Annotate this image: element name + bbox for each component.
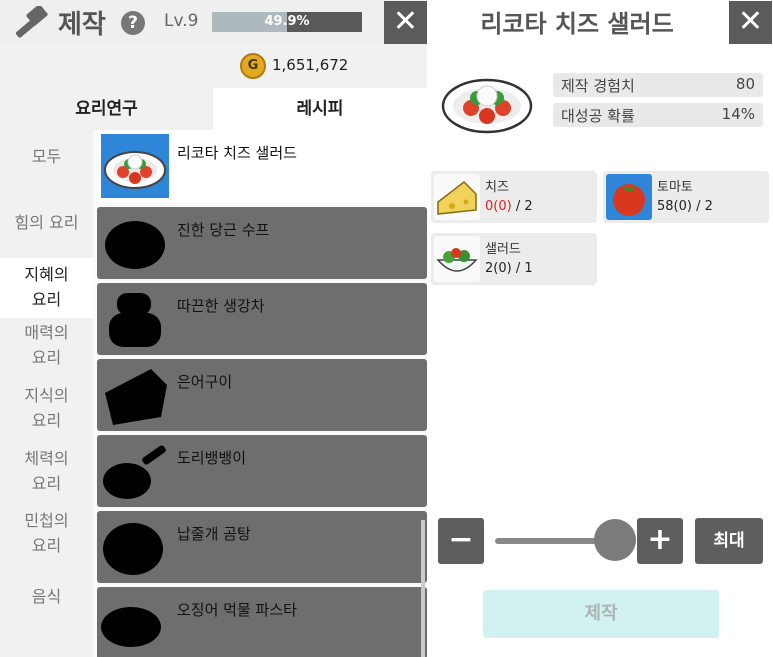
recipe-item-grilled-sweetfish[interactable]: 은어구이 [97,359,427,431]
salad-plate-icon [101,134,169,198]
xp-bar: 49.9% [212,12,362,32]
recipe-detail-title: 리코타 치즈 샐러드 [480,10,674,38]
bowl-silhouette-icon [103,523,163,575]
recipe-list-scrollbar[interactable] [421,520,425,657]
salad-bowl-icon [434,236,480,282]
recipe-name: 리코타 치즈 샐러드 [177,144,297,162]
crafting-header: 제작 ? Lv.9 49.9% ✕ [0,0,427,45]
ingredient-cheese[interactable]: 치즈 0(0) / 2 [431,171,597,223]
crafting-screen: 제작 ? Lv.9 49.9% ✕ G 1,651,672 요리연구 레시피 모… [0,0,773,657]
close-detail-button[interactable]: ✕ [729,1,772,44]
ingredient-tomato[interactable]: 토마토 58(0) / 2 [603,171,769,223]
craft-button[interactable]: 제작 [483,590,719,638]
recipe-name: 도리뱅뱅이 [177,449,247,467]
great-success-label: 대성공 확률 [561,107,635,125]
ingredient-required: / 2 [511,199,533,214]
ingredient-salad[interactable]: 샐러드 2(0) / 1 [431,233,597,285]
recipe-item-bitterling-gomtang[interactable]: 납줄개 곰탕 [97,511,427,583]
xp-percent: 49.9% [264,14,310,29]
craft-exp-label: 제작 경험치 [561,77,635,95]
increase-quantity-button[interactable]: + [637,518,683,564]
crafting-tabs: 요리연구 레시피 [0,88,427,130]
help-icon[interactable]: ? [121,11,145,35]
hammer-icon [15,6,48,38]
recipe-name: 은어구이 [177,373,233,391]
recipe-list: 리코타 치즈 샐러드 진한 당근 수프 따끈한 생강차 은어구이 도리뱅뱅이 납… [93,130,427,657]
tab-recipes[interactable]: 레시피 [213,88,427,130]
ingredient-quantity: 2(0) / 1 [485,261,533,276]
craft-exp-value: 80 [735,75,755,93]
gold-amount: 1,651,672 [272,56,349,74]
recipe-name: 납줄개 곰탕 [177,525,251,543]
ingredient-owned: 0(0) [485,199,512,214]
crafting-panel: 제작 ? Lv.9 49.9% ✕ G 1,651,672 요리연구 레시피 모… [0,0,427,657]
category-list: 모두 힘의 요리 지혜의 요리 매력의 요리 지식의 요리 체력의 요리 민첩의… [0,130,93,657]
ingredient-name: 치즈 [485,180,509,195]
pasta-silhouette-icon [101,607,161,647]
tomato-icon [606,174,652,220]
quantity-slider-knob[interactable] [594,519,636,561]
category-food[interactable]: 음식 [0,584,93,609]
soup-silhouette-icon [105,221,165,269]
crafting-title: 제작 [58,10,106,40]
ricotta-salad-dish-icon [441,78,533,134]
teacup-silhouette-icon [109,293,161,347]
crafting-level: Lv.9 [164,11,199,31]
category-agility[interactable]: 민첩의 요리 [0,508,93,558]
category-strength[interactable]: 힘의 요리 [0,210,93,235]
category-stamina[interactable]: 체력의 요리 [0,446,93,496]
ingredient-quantity: 0(0) / 2 [485,199,533,214]
category-wisdom[interactable]: 지혜의 요리 [0,258,93,318]
recipe-item-squid-ink-pasta[interactable]: 오징어 먹물 파스타 [97,587,427,657]
ingredient-name: 샐러드 [485,242,521,257]
recipe-name: 진한 당근 수프 [177,221,270,239]
recipe-name: 따끈한 생강차 [177,297,265,315]
recipe-item-carrot-soup[interactable]: 진한 당근 수프 [97,207,427,279]
frying-pan-silhouette-icon [103,445,166,499]
tab-cooking-research[interactable]: 요리연구 [0,88,213,130]
decrease-quantity-button[interactable]: − [438,518,484,564]
craft-exp-stat: 제작 경험치 80 [553,73,763,97]
recipe-detail-panel: 리코타 치즈 샐러드 ✕ 제작 경험치 80 대성공 확률 14% 치즈 0(0… [427,0,773,657]
cheese-icon [434,174,480,220]
great-success-value: 14% [721,105,755,123]
category-all[interactable]: 모두 [0,144,93,169]
great-success-stat: 대성공 확률 14% [553,103,763,127]
ingredient-required: / 2 [691,199,713,214]
recipe-item-ginger-tea[interactable]: 따끈한 생강차 [97,283,427,355]
close-button[interactable]: ✕ [384,1,427,44]
recipe-name: 오징어 먹물 파스타 [177,601,297,619]
category-knowledge[interactable]: 지식의 요리 [0,383,93,433]
ingredient-owned: 58(0) [657,199,692,214]
gold-coin-icon: G [240,53,266,79]
category-charm[interactable]: 매력의 요리 [0,320,93,370]
recipe-item-doribangbang[interactable]: 도리뱅뱅이 [97,435,427,507]
grilled-fish-silhouette-icon [105,369,167,425]
ingredient-owned: 2(0) [485,261,512,276]
max-quantity-button[interactable]: 최대 [695,518,763,564]
ingredient-required: / 1 [511,261,533,276]
ingredient-name: 토마토 [657,180,693,195]
recipe-item-ricotta-salad[interactable]: 리코타 치즈 샐러드 [97,130,427,202]
ingredient-quantity: 58(0) / 2 [657,199,713,214]
